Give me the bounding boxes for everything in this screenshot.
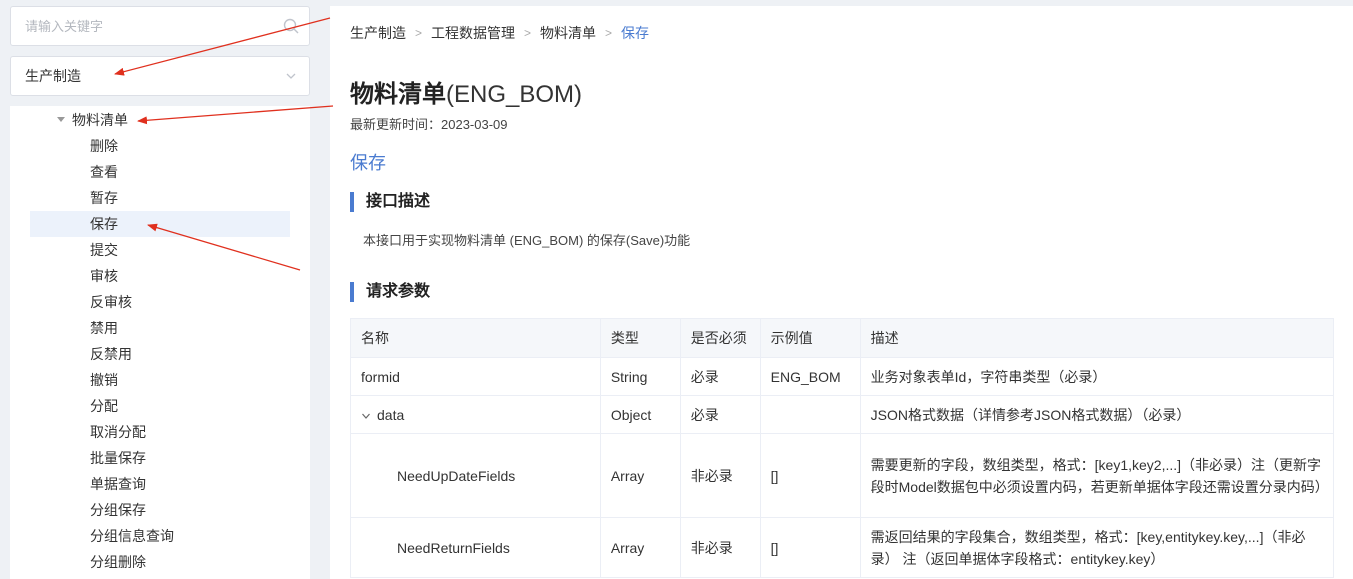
tree-item-label: 禁用 [90,320,118,336]
page-title-name: 物料清单 [350,81,446,108]
page-title: 物料清单(ENG_BOM) [350,74,582,109]
module-select[interactable]: 生产制造 [10,56,310,96]
cell-example: ENG_BOM [759,357,861,396]
table-row: NeedReturnFields Array 非必录 [] 需返回结果的字段集合… [350,517,1335,578]
operation-title: 保存 [350,153,386,173]
main-content: 生产制造 > 工程数据管理 > 物料清单 > 保存 物料清单(ENG_BOM) … [330,6,1353,579]
cell-name: NeedReturnFields [350,517,601,578]
tree-item-label: 批量保存 [90,450,146,466]
tree-item-label: 分配 [90,398,118,414]
tree-item[interactable]: 删除 [10,133,310,159]
tree-item-label: 审核 [90,268,118,284]
tree-item-label: 撤销 [90,372,118,388]
col-header-name: 名称 [350,318,601,358]
tree-item-label: 单据查询 [90,476,146,492]
tree-item[interactable]: 提交 [10,237,310,263]
tree-item[interactable]: 单据查询 [10,471,310,497]
tree-item-label: 提交 [90,242,118,258]
tree-item[interactable]: 取消分配 [10,419,310,445]
tree-item[interactable]: 分配 [10,393,310,419]
cell-type: Array [599,517,681,578]
section-interface-desc: 接口描述 [350,192,430,212]
cell-type: Array [599,433,681,518]
tree-item[interactable]: 反审核 [10,289,310,315]
tree-item[interactable]: 分组删除 [10,549,310,575]
tree-item[interactable]: 分组信息查询 [10,523,310,549]
breadcrumb-item[interactable]: 工程数据管理 [431,23,515,43]
nav-tree: 物料清单 删除 查看 暂存 保存 提交 审核 反审核 禁用 反禁用 撤销 分配 … [10,106,310,579]
chevron-right-icon: > [605,26,613,40]
tree-item-label: 物料清单 [72,112,128,128]
tree-item-label: 查看 [90,164,118,180]
table-row: formid String 必录 ENG_BOM 业务对象表单Id，字符串类型（… [350,357,1335,396]
cell-name: NeedUpDateFields [350,433,601,518]
tree-item[interactable]: 反禁用 [10,341,310,367]
tree-item-label: 分组保存 [90,502,146,518]
tree-item-label: 反禁用 [90,346,132,362]
chevron-down-icon [286,73,296,79]
tree-item-label: 暂存 [90,190,118,206]
tree-item-label: 取消分配 [90,424,146,440]
cell-name: formid [350,357,601,396]
tree-item[interactable]: 禁用 [10,315,310,341]
cell-example: [] [759,517,861,578]
col-header-required: 是否必须 [679,318,761,358]
tree-item[interactable]: 审核 [10,263,310,289]
caret-down-icon[interactable] [57,117,65,122]
cell-required: 非必录 [679,433,761,518]
chevron-right-icon: > [415,26,423,40]
breadcrumb-item[interactable]: 生产制造 [350,23,406,43]
cell-name: data [350,395,601,434]
breadcrumb-item[interactable]: 物料清单 [540,23,596,43]
breadcrumb-current: 保存 [621,25,650,41]
tree-item-label: 删除 [90,138,118,154]
cell-name-text: data [377,406,405,423]
tree-item-label: 反审核 [90,294,132,310]
search-input[interactable] [11,7,261,45]
cell-desc: JSON格式数据（详情参考JSON格式数据）（必录） [859,395,1335,434]
cell-example: [] [759,433,861,518]
cell-type: Object [599,395,681,434]
params-table: 名称 类型 是否必须 示例值 描述 formid String 必录 ENG_B… [350,318,1335,578]
tree-item[interactable]: 撤销 [10,367,310,393]
section-request-params: 请求参数 [350,282,430,302]
tree-item-label: 分组信息查询 [90,528,174,544]
tree-item-label: 保存 [90,216,118,232]
col-header-type: 类型 [599,318,681,358]
sidebar: 生产制造 物料清单 删除 查看 暂存 保存 提交 审核 反审核 禁用 反禁用 撤… [0,0,320,579]
search-box [10,6,310,46]
search-icon[interactable] [283,18,299,34]
chevron-down-icon[interactable] [361,411,371,421]
breadcrumb: 生产制造 > 工程数据管理 > 物料清单 > 保存 [350,23,649,43]
page-title-code: (ENG_BOM) [446,81,583,108]
tree-item[interactable]: 分组保存 [10,497,310,523]
table-header: 名称 类型 是否必须 示例值 描述 [350,318,1335,358]
col-header-desc: 描述 [859,318,1335,358]
cell-type: String [599,357,681,396]
tree-item[interactable]: 暂存 [10,185,310,211]
table-row: NeedUpDateFields Array 非必录 [] 需要更新的字段，数组… [350,433,1335,518]
tree-item[interactable]: 查看 [10,159,310,185]
update-time: 最新更新时间：2023-03-09 [350,117,508,132]
tree-item-active[interactable]: 保存 [30,211,290,237]
cell-required: 非必录 [679,517,761,578]
table-row: data Object 必录 JSON格式数据（详情参考JSON格式数据）（必录… [350,395,1335,434]
cell-example [759,395,861,434]
cell-desc: 需要更新的字段，数组类型，格式：[key1,key2,...]（非必录）注（更新… [859,433,1335,518]
tree-item-bom[interactable]: 物料清单 [10,107,310,133]
cell-desc: 业务对象表单Id，字符串类型（必录） [859,357,1335,396]
cell-required: 必录 [679,395,761,434]
tree-item-label: 分组删除 [90,554,146,570]
cell-required: 必录 [679,357,761,396]
col-header-example: 示例值 [759,318,861,358]
module-select-value: 生产制造 [25,68,81,84]
chevron-right-icon: > [524,26,532,40]
tree-item[interactable]: 批量保存 [10,445,310,471]
cell-desc: 需返回结果的字段集合，数组类型，格式：[key,entitykey.key,..… [859,517,1335,578]
interface-desc: 本接口用于实现物料清单 (ENG_BOM) 的保存(Save)功能 [363,233,691,248]
